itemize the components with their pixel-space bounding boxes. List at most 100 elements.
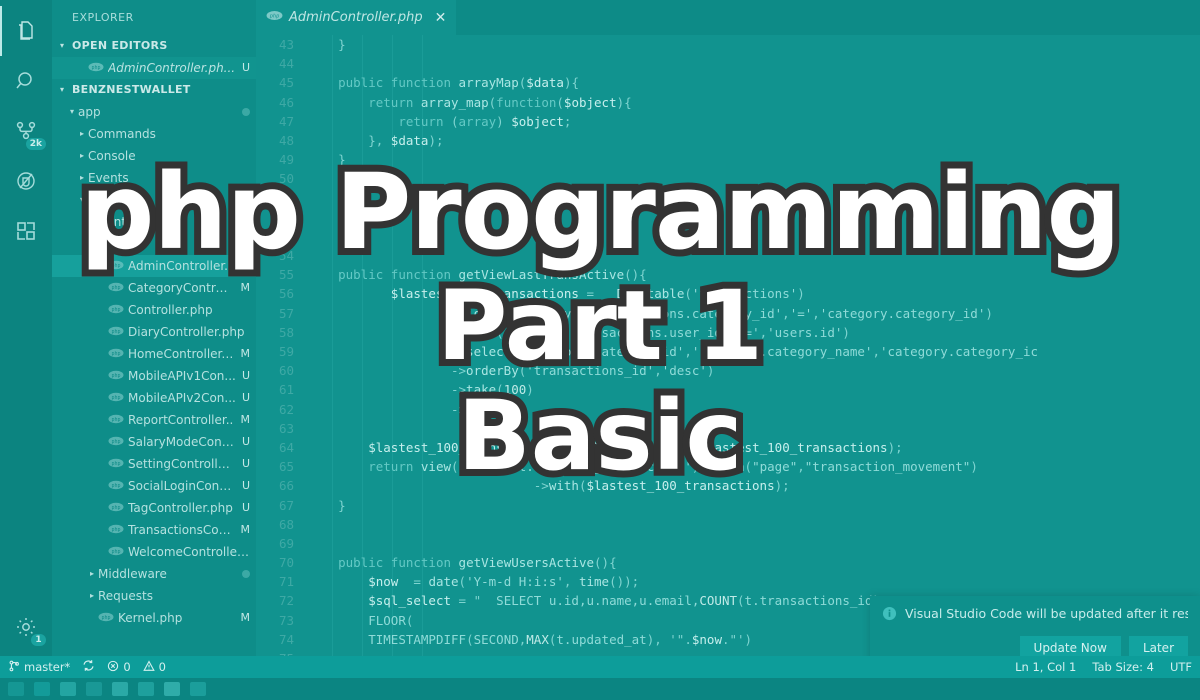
line-number: 56	[278, 286, 294, 302]
code-line: 52	[256, 208, 1200, 227]
svg-text:php: php	[111, 527, 120, 533]
status-cursor-position[interactable]: Ln 1, Col 1	[1015, 660, 1076, 674]
tree-file-row[interactable]: php SocialLoginContr... U	[52, 475, 256, 497]
tree-file-row[interactable]: php AdminController... U	[52, 255, 256, 277]
code-line: 61 ->take(100)	[256, 380, 1200, 399]
code-editor[interactable]: 43 } 44 45 public function arrayMap($data)…	[256, 35, 1200, 678]
tree-folder-row[interactable]: ▸ Requests	[52, 585, 256, 607]
line-number: 46	[278, 94, 294, 110]
activity-item-settings[interactable]: 1	[0, 602, 52, 652]
status-bar: master* 0 0 Ln 1, Col 1 Tab Size: 4 UTF	[0, 656, 1200, 678]
info-icon	[882, 606, 897, 624]
tree-file-row[interactable]: php MobileAPIv1Con... U	[52, 365, 256, 387]
code-lines: 43 } 44 45 public function arrayMap($data)…	[256, 35, 1200, 678]
tree-folder-row[interactable]: ▸ Middleware	[52, 563, 256, 585]
activity-item-source-control[interactable]: 2k	[0, 106, 52, 156]
line-number: 63	[278, 420, 294, 436]
tree-file-row[interactable]: php TransactionsCon... M	[52, 519, 256, 541]
taskbar-editor-app[interactable]	[138, 682, 154, 696]
activity-item-extensions[interactable]	[0, 206, 52, 256]
taskbar-folder-app[interactable]	[60, 682, 76, 696]
open-editors-list: php AdminController.ph... U	[52, 57, 256, 79]
line-number: 55	[278, 267, 294, 283]
code-line: 54	[256, 246, 1200, 265]
status-branch[interactable]: master*	[8, 660, 70, 675]
chevron-down-icon: ▾	[60, 85, 65, 94]
code-text: ->get();	[308, 401, 512, 417]
tree-file-row[interactable]: php CategoryControl... M	[52, 277, 256, 299]
php-file-icon: php	[108, 431, 124, 453]
code-line: 71 $now = date('Y-m-d H:i:s', time());	[256, 572, 1200, 591]
status-tab-size[interactable]: Tab Size: 4	[1092, 660, 1154, 674]
tree-file-row[interactable]: php Kernel.php M	[52, 607, 256, 629]
chevron-down-icon: ▾	[60, 41, 65, 50]
tree-folder-row[interactable]: ▸ Events	[52, 167, 256, 189]
svg-text:php: php	[111, 329, 120, 335]
code-line: 69	[256, 534, 1200, 553]
section-project[interactable]: ▾ BENZNESTWALLET	[52, 79, 256, 101]
tree-file-row[interactable]: php TagController.php U	[52, 497, 256, 519]
tree-file-row[interactable]: php HomeController.... M	[52, 343, 256, 365]
code-text: ->orderBy('transactions_id','desc')	[308, 363, 715, 379]
section-open-editors[interactable]: ▾ OPEN EDITORS	[52, 35, 256, 57]
tree-item-label: MobileAPIv2Con...	[128, 391, 236, 405]
tree-item-status-badge: M	[240, 347, 251, 360]
tab-admincontroller[interactable]: php AdminController.php ✕	[256, 0, 457, 35]
taskbar-window-app[interactable]	[190, 682, 206, 696]
tree-file-row[interactable]: php WelcomeController.p...	[52, 541, 256, 563]
activity-item-debug[interactable]	[0, 156, 52, 206]
activity-item-explorer[interactable]	[0, 6, 52, 56]
code-line: 65 return view('movement.last_100_transa…	[256, 457, 1200, 476]
code-line: 46 return array_map(function($object){	[256, 93, 1200, 112]
code-line: 47 return (array) $object;	[256, 112, 1200, 131]
tree-item-status-badge: U	[241, 369, 250, 382]
taskbar-terminal-app[interactable]	[164, 682, 180, 696]
tree-file-row[interactable]: php ReportController.. M	[52, 409, 256, 431]
svg-text:php: php	[111, 549, 120, 555]
svg-text:php: php	[111, 505, 120, 511]
line-number: 61	[278, 382, 294, 398]
php-file-icon: php	[108, 343, 124, 365]
tree-file-row[interactable]: php DiaryController.php	[52, 321, 256, 343]
tree-file-row[interactable]: php MobileAPIv2Con... U	[52, 387, 256, 409]
open-editor-item[interactable]: php AdminController.ph... U	[52, 57, 256, 79]
tree-item-label: Controllers	[98, 215, 164, 229]
open-editor-name: AdminController.ph...	[108, 61, 236, 75]
php-file-icon: php	[108, 277, 124, 299]
tree-folder-row[interactable]: ▸ Commands	[52, 123, 256, 145]
status-problems[interactable]: 0 0	[107, 659, 166, 675]
tree-folder-row[interactable]: ▾ Http	[52, 189, 256, 211]
taskbar-browser-app[interactable]	[86, 682, 102, 696]
explorer-title: EXPLORER	[72, 11, 134, 24]
php-file-icon: php	[108, 519, 124, 541]
code-text: return view('movement.last_100_transacti…	[368, 459, 978, 475]
activity-item-search[interactable]	[0, 56, 52, 106]
tree-folder-row[interactable]: ▸ Console	[52, 145, 256, 167]
close-icon[interactable]: ✕	[435, 10, 447, 26]
tree-file-row[interactable]: php SalaryModeCont... U	[52, 431, 256, 453]
taskbar-chart-app[interactable]	[34, 682, 50, 696]
taskbar-files-app[interactable]	[8, 682, 24, 696]
tree-folder-row[interactable]: ▸ Auth	[52, 233, 256, 255]
taskbar-vscode-app[interactable]	[112, 682, 128, 696]
tree-item-status-badge: U	[241, 259, 250, 272]
tree-folder-row[interactable]: ▾ app	[52, 101, 256, 123]
code-line: 45 public function arrayMap($data){	[256, 73, 1200, 92]
warning-count: 0	[158, 660, 166, 674]
tree-item-label: TransactionsCon...	[128, 523, 235, 537]
code-line: 44	[256, 54, 1200, 73]
status-encoding[interactable]: UTF	[1170, 660, 1192, 674]
status-sync[interactable]	[82, 659, 95, 675]
tree-item-label: MobileAPIv1Con...	[128, 369, 236, 383]
code-line: 60 ->orderBy('transactions_id','desc')	[256, 361, 1200, 380]
svg-text:php: php	[101, 615, 110, 621]
tree-folder-row[interactable]: ▾ Controllers	[52, 211, 256, 233]
tree-file-row[interactable]: php Controller.php	[52, 299, 256, 321]
php-file-icon: php	[108, 365, 124, 387]
tree-item-modified-dot	[242, 570, 250, 578]
chevron-icon: ▾	[69, 107, 74, 116]
svg-text:php: php	[91, 65, 100, 71]
tree-file-row[interactable]: php SettingController... U	[52, 453, 256, 475]
